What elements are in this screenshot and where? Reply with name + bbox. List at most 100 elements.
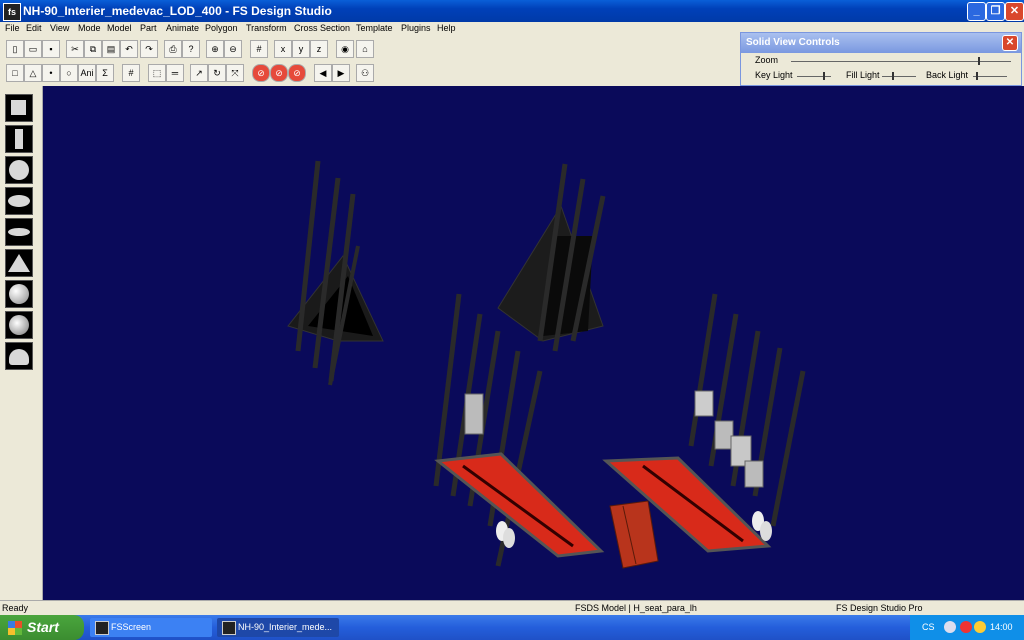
help-icon[interactable]: ?: [182, 40, 200, 58]
geosphere-primitive-icon[interactable]: [5, 280, 33, 308]
geosphere-alt-primitive-icon[interactable]: [5, 311, 33, 339]
scale-icon[interactable]: ⤧: [226, 64, 244, 82]
menu-model[interactable]: Model: [107, 23, 132, 33]
circle-icon[interactable]: ○: [60, 64, 78, 82]
fill-light-slider-thumb[interactable]: [892, 72, 895, 80]
edit-toolbar: □ △ • ○ Ani Σ # ⬚ ═ ↗ ↻ ⤧ ⊘ ⊘ ⊘ ◀ ▶ ⚇: [0, 62, 740, 84]
task-fsds[interactable]: NH-90_Interier_mede...: [217, 618, 339, 637]
status-product: FS Design Studio Pro: [836, 603, 923, 613]
primitives-toolbar: [0, 86, 43, 600]
axis-x-icon[interactable]: x: [274, 40, 292, 58]
point-icon[interactable]: •: [42, 64, 60, 82]
open-folder-icon[interactable]: ▭: [24, 40, 42, 58]
window-title: NH-90_Interier_medevac_LOD_400 - FS Desi…: [23, 4, 332, 18]
back-light-slider-thumb[interactable]: [976, 72, 979, 80]
triangle-icon[interactable]: △: [24, 64, 42, 82]
menu-mode[interactable]: Mode: [78, 23, 101, 33]
system-tray: CS 14:00: [910, 615, 1024, 640]
next-icon[interactable]: ▶: [332, 64, 350, 82]
solid-view-controls-panel: Solid View Controls ✕ Zoom Key Light Fil…: [740, 32, 1022, 86]
menu-edit[interactable]: Edit: [26, 23, 42, 33]
menu-part[interactable]: Part: [140, 23, 157, 33]
grid-icon[interactable]: #: [250, 40, 268, 58]
status-model: FSDS Model | H_seat_para_lh: [575, 603, 697, 613]
delete-part-icon[interactable]: ⊘: [288, 64, 306, 82]
start-button[interactable]: Start: [0, 615, 84, 640]
paste-icon[interactable]: ▤: [102, 40, 120, 58]
home-view-icon[interactable]: ⌂: [356, 40, 374, 58]
numbers-icon[interactable]: #: [122, 64, 140, 82]
start-label: Start: [27, 619, 59, 635]
volume-icon[interactable]: [974, 621, 986, 633]
new-file-icon[interactable]: ▯: [6, 40, 24, 58]
red-box: [609, 500, 659, 569]
fill-light-label: Fill Light: [846, 70, 880, 80]
disc-primitive-icon[interactable]: [5, 187, 33, 215]
flat-ellipse-primitive-icon[interactable]: [5, 218, 33, 246]
task-fsds-label: NH-90_Interier_mede...: [238, 622, 333, 632]
previous-icon[interactable]: ◀: [314, 64, 332, 82]
menu-animate[interactable]: Animate: [166, 23, 199, 33]
cube-primitive-icon[interactable]: [5, 94, 33, 122]
3d-viewport[interactable]: [43, 86, 1024, 600]
restore-button[interactable]: ❐: [986, 2, 1005, 21]
select-box-icon[interactable]: □: [6, 64, 24, 82]
taskbar: Start FSScreen NH-90_Interier_mede... CS…: [0, 615, 1024, 640]
title-bar: fs NH-90_Interier_medevac_LOD_400 - FS D…: [0, 0, 1024, 22]
move-icon[interactable]: ↗: [190, 64, 208, 82]
seat-frame-back-left: [287, 160, 384, 386]
ati-icon[interactable]: [960, 621, 972, 633]
zoom-slider-thumb[interactable]: [978, 57, 980, 65]
delete-icon[interactable]: ⊘: [252, 64, 270, 82]
app-icon[interactable]: fs: [3, 3, 21, 21]
clock: 14:00: [990, 622, 1013, 632]
fill-light-slider[interactable]: [882, 72, 916, 80]
menu-file[interactable]: File: [5, 23, 20, 33]
binoculars-icon[interactable]: ⚇: [356, 64, 374, 82]
svc-title-bar[interactable]: Solid View Controls ✕: [741, 33, 1021, 53]
close-button[interactable]: ✕: [1005, 2, 1024, 21]
task-fsscreen[interactable]: FSScreen: [90, 618, 212, 637]
main-toolbar: ▯ ▭ ▪ ✂ ⧉ ▤ ↶ ↷ ⎙ ? ⊕ ⊖ # x y z ◉ ⌂: [0, 38, 740, 60]
redo-icon[interactable]: ↷: [140, 40, 158, 58]
zoom-slider[interactable]: [791, 57, 1011, 65]
menu-view[interactable]: View: [50, 23, 69, 33]
delete-all-icon[interactable]: ⊘: [270, 64, 288, 82]
save-icon[interactable]: ▪: [42, 40, 60, 58]
menu-cross-section[interactable]: Cross Section: [294, 23, 350, 33]
zoom-out-icon[interactable]: ⊖: [224, 40, 242, 58]
menu-transform[interactable]: Transform: [246, 23, 287, 33]
sphere-primitive-icon[interactable]: [5, 156, 33, 184]
cylinder-primitive-icon[interactable]: [5, 125, 33, 153]
menu-template[interactable]: Template: [356, 23, 393, 33]
marquee-icon[interactable]: ⬚: [148, 64, 166, 82]
zoom-in-icon[interactable]: ⊕: [206, 40, 224, 58]
print-icon[interactable]: ⎙: [164, 40, 182, 58]
back-light-slider[interactable]: [973, 72, 1007, 80]
windows-flag-icon: [8, 621, 22, 635]
key-light-slider-thumb[interactable]: [822, 72, 825, 80]
svc-close-icon[interactable]: ✕: [1002, 35, 1018, 51]
menu-plugins[interactable]: Plugins: [401, 23, 431, 33]
animation-button[interactable]: Ani: [78, 64, 96, 82]
rotate-icon[interactable]: ↻: [208, 64, 226, 82]
axis-y-icon[interactable]: y: [292, 40, 310, 58]
cut-icon[interactable]: ✂: [66, 40, 84, 58]
fsds-app-icon: [222, 621, 236, 635]
undo-icon[interactable]: ↶: [120, 40, 138, 58]
sum-icon[interactable]: Σ: [96, 64, 114, 82]
network-icon[interactable]: [944, 621, 956, 633]
menu-help[interactable]: Help: [437, 23, 456, 33]
ruler-icon[interactable]: ═: [166, 64, 184, 82]
status-bar: Ready FSDS Model | H_seat_para_lh FS Des…: [0, 600, 1024, 616]
language-indicator[interactable]: CS: [922, 622, 935, 632]
hemisphere-primitive-icon[interactable]: [5, 342, 33, 370]
copy-icon[interactable]: ⧉: [84, 40, 102, 58]
axis-z-icon[interactable]: z: [310, 40, 328, 58]
pyramid-primitive-icon[interactable]: [5, 249, 33, 277]
minimize-button[interactable]: _: [967, 2, 986, 21]
view-solid-icon[interactable]: ◉: [336, 40, 354, 58]
menu-polygon[interactable]: Polygon: [205, 23, 238, 33]
key-light-slider[interactable]: [797, 72, 831, 80]
key-light-label: Key Light: [755, 70, 793, 80]
